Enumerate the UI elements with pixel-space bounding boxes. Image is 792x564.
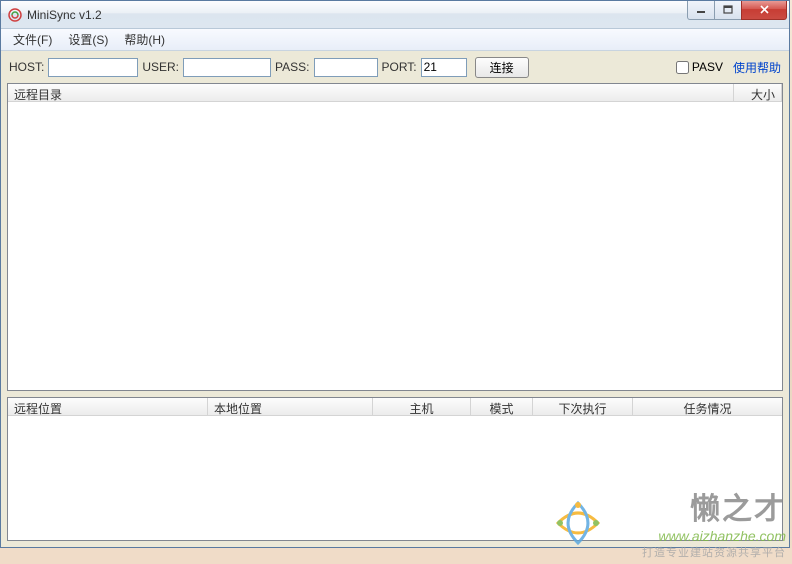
content-area: 远程目录 大小 远程位置 本地位置 主机 模式 下次执行 任务情况	[1, 83, 789, 547]
col-mode[interactable]: 模式	[471, 398, 533, 415]
user-label: USER:	[142, 60, 179, 74]
menu-help[interactable]: 帮助(H)	[116, 29, 173, 50]
window-controls	[688, 1, 789, 21]
tasks-list-header: 远程位置 本地位置 主机 模式 下次执行 任务情况	[8, 398, 782, 416]
col-size[interactable]: 大小	[734, 84, 782, 101]
host-input[interactable]	[48, 58, 138, 77]
tasks-list-body[interactable]	[8, 416, 782, 540]
app-icon	[7, 7, 23, 23]
minimize-button[interactable]	[687, 1, 715, 20]
col-remote-path[interactable]: 远程位置	[8, 398, 208, 415]
port-input[interactable]	[421, 58, 467, 77]
remote-list-header: 远程目录 大小	[8, 84, 782, 102]
tasks-listview[interactable]: 远程位置 本地位置 主机 模式 下次执行 任务情况	[7, 397, 783, 541]
close-button[interactable]	[741, 1, 787, 20]
maximize-button[interactable]	[714, 1, 742, 20]
pasv-checkbox[interactable]	[676, 61, 689, 74]
pasv-wrap: PASV	[676, 60, 723, 74]
col-remote-dir[interactable]: 远程目录	[8, 84, 734, 101]
pasv-label: PASV	[692, 60, 723, 74]
help-link[interactable]: 使用帮助	[733, 59, 781, 76]
col-next-run[interactable]: 下次执行	[533, 398, 633, 415]
connect-button[interactable]: 连接	[475, 57, 529, 78]
menu-file[interactable]: 文件(F)	[5, 29, 60, 50]
host-label: HOST:	[9, 60, 44, 74]
titlebar[interactable]: MiniSync v1.2	[1, 1, 789, 29]
user-input[interactable]	[183, 58, 271, 77]
col-local-path[interactable]: 本地位置	[208, 398, 373, 415]
pass-label: PASS:	[275, 60, 309, 74]
pass-input[interactable]	[314, 58, 378, 77]
window-title: MiniSync v1.2	[27, 8, 688, 22]
connection-toolbar: HOST: USER: PASS: PORT: 连接 PASV 使用帮助	[1, 51, 789, 83]
remote-listview[interactable]: 远程目录 大小	[7, 83, 783, 391]
port-label: PORT:	[382, 60, 417, 74]
app-window: MiniSync v1.2 文件(F) 设置(S) 帮助(H) HOST: US…	[0, 0, 790, 548]
col-host[interactable]: 主机	[373, 398, 471, 415]
menu-settings[interactable]: 设置(S)	[60, 29, 116, 50]
col-status[interactable]: 任务情况	[633, 398, 782, 415]
menubar: 文件(F) 设置(S) 帮助(H)	[1, 29, 789, 51]
remote-list-body[interactable]	[8, 102, 782, 390]
